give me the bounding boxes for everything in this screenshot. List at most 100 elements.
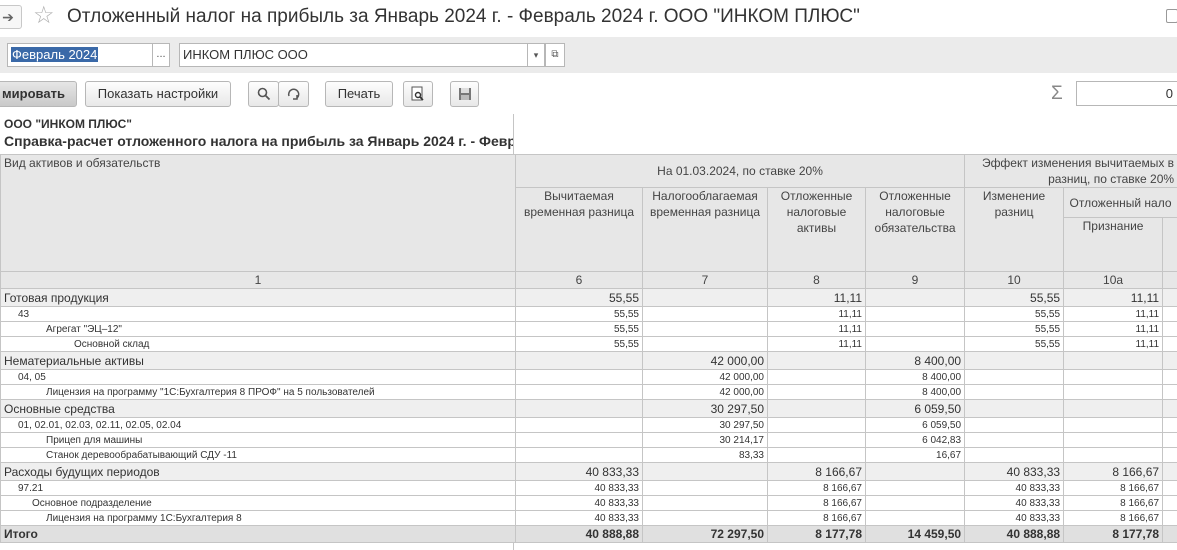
value-cell: 40 833,33 bbox=[964, 510, 1065, 526]
row-label: 01, 02.01, 02.03, 02.11, 02.05, 02.04 bbox=[0, 417, 516, 433]
value-cell bbox=[515, 384, 643, 400]
toolbar: мировать Показать настройки Печать Σ 0 bbox=[0, 73, 1177, 114]
column-number: 7 bbox=[642, 271, 768, 289]
total-row[interactable]: Итого 40 888,88 72 297,50 8 177,78 14 459,50… bbox=[0, 525, 1177, 543]
table-row[interactable]: Основные средства 30 297,50 6 059,50 bbox=[0, 399, 1177, 418]
report-body: Готовая продукция 55,55 11,11 55,55 11,11 43 5… bbox=[0, 288, 1177, 543]
table-row[interactable]: Основной склад 55,55 11,11 55,55 11,11 bbox=[0, 336, 1177, 352]
table-row[interactable]: 04, 05 42 000,00 8 400,00 bbox=[0, 369, 1177, 385]
value-cell: 40 833,33 bbox=[515, 495, 643, 511]
search-icon[interactable] bbox=[248, 81, 279, 107]
value-cell bbox=[1063, 369, 1164, 385]
period-field[interactable]: Февраль 2024 bbox=[7, 43, 153, 67]
organization-open-icon[interactable]: ⧉ bbox=[545, 43, 565, 67]
value-cell: 11,11 bbox=[767, 288, 866, 307]
value-cell: 11,11 bbox=[1063, 321, 1164, 337]
value-cell bbox=[1162, 369, 1177, 385]
table-row[interactable]: Расходы будущих периодов 40 833,33 8 166,6… bbox=[0, 462, 1177, 481]
table-row[interactable]: Станок деревообрабатывающий СДУ -11 83,33… bbox=[0, 447, 1177, 463]
search-next-icon[interactable] bbox=[278, 81, 309, 107]
table-row[interactable]: Нематериальные активы 42 000,00 8 400,00 bbox=[0, 351, 1177, 370]
value-cell bbox=[864, 510, 966, 526]
title-bar: ➔ ☆ Отложенный налог на прибыль за Январ… bbox=[0, 0, 1177, 36]
back-arrow-icon[interactable]: ➔ bbox=[0, 5, 22, 29]
value-cell bbox=[642, 321, 768, 337]
table-row[interactable]: Лицензия на программу 1С:Бухгалтерия 8 40… bbox=[0, 510, 1177, 526]
value-cell bbox=[1063, 384, 1164, 400]
value-cell bbox=[642, 462, 768, 481]
value-cell bbox=[767, 432, 866, 448]
value-cell bbox=[1162, 495, 1177, 511]
table-row[interactable]: Основное подразделение 40 833,33 8 166,67 4… bbox=[0, 495, 1177, 511]
value-cell bbox=[515, 417, 643, 433]
save-icon[interactable] bbox=[450, 81, 479, 107]
value-cell: 55,55 bbox=[515, 306, 643, 322]
value-cell: 11,11 bbox=[1063, 306, 1164, 322]
value-cell: 14 459,50 bbox=[864, 525, 966, 543]
column-number: 8 bbox=[767, 271, 866, 289]
table-row[interactable]: 97.21 40 833,33 8 166,67 40 833,33 8 166,67 bbox=[0, 480, 1177, 496]
window-menu-icon[interactable] bbox=[1166, 9, 1177, 23]
organization-field[interactable]: ИНКОМ ПЛЮС ООО bbox=[179, 43, 528, 67]
value-cell bbox=[515, 447, 643, 463]
table-row[interactable]: Прицеп для машины 30 214,17 6 042,83 bbox=[0, 432, 1177, 448]
value-cell: 55,55 bbox=[515, 336, 643, 352]
period-select-button[interactable]: ... bbox=[152, 43, 170, 67]
value-cell: 30 297,50 bbox=[642, 417, 768, 433]
value-cell bbox=[964, 384, 1065, 400]
report-table: Вид активов и обязательств На 01.03.2024… bbox=[0, 154, 1177, 543]
organization-dropdown-icon[interactable]: ▾ bbox=[527, 43, 545, 67]
header-dta-sub: Отложенный нало bbox=[1063, 187, 1177, 218]
column-number: 9 bbox=[864, 271, 966, 289]
value-cell: 11,11 bbox=[767, 321, 866, 337]
value-cell: 40 888,88 bbox=[964, 525, 1065, 543]
value-cell: 55,55 bbox=[515, 288, 643, 307]
value-cell: 8 177,78 bbox=[767, 525, 866, 543]
print-button[interactable]: Печать bbox=[325, 81, 393, 107]
table-row[interactable]: 01, 02.01, 02.03, 02.11, 02.05, 02.04 30 … bbox=[0, 417, 1177, 433]
value-cell bbox=[642, 510, 768, 526]
value-cell: 8 166,67 bbox=[767, 510, 866, 526]
row-label: Станок деревообрабатывающий СДУ -11 bbox=[0, 447, 516, 463]
value-cell: 8 400,00 bbox=[864, 351, 966, 370]
header-change: Изменение разниц bbox=[964, 187, 1065, 272]
value-cell: 55,55 bbox=[964, 288, 1065, 307]
value-cell bbox=[1162, 525, 1177, 543]
value-cell bbox=[767, 384, 866, 400]
value-cell bbox=[1063, 447, 1164, 463]
header-dtl: Отложенные налоговые обязательства bbox=[864, 187, 966, 272]
value-cell: 8 166,67 bbox=[1063, 462, 1164, 481]
value-cell: 6 059,50 bbox=[864, 417, 966, 433]
favorite-star-icon[interactable]: ☆ bbox=[33, 3, 55, 29]
table-row[interactable]: Готовая продукция 55,55 11,11 55,55 11,11 bbox=[0, 288, 1177, 307]
value-cell: 72 297,50 bbox=[642, 525, 768, 543]
row-label: 43 bbox=[0, 306, 516, 322]
value-cell bbox=[964, 432, 1065, 448]
value-cell bbox=[1162, 306, 1177, 322]
value-cell bbox=[1063, 432, 1164, 448]
value-cell: 8 166,67 bbox=[767, 480, 866, 496]
value-cell bbox=[864, 495, 966, 511]
row-label: Готовая продукция bbox=[0, 288, 516, 307]
row-label: Нематериальные активы bbox=[0, 351, 516, 370]
header-taxable: Налогооблагаемая временная разница bbox=[642, 187, 768, 272]
value-cell bbox=[1162, 510, 1177, 526]
generate-button[interactable]: мировать bbox=[0, 81, 77, 107]
show-settings-button[interactable]: Показать настройки bbox=[85, 81, 231, 107]
value-cell: 16,67 bbox=[864, 447, 966, 463]
value-cell: 11,11 bbox=[767, 306, 866, 322]
value-cell bbox=[964, 447, 1065, 463]
header-group-balance: На 01.03.2024, по ставке 20% bbox=[514, 154, 966, 188]
report-area[interactable]: ООО "ИНКОМ ПЛЮС" Справка-расчет отложенн… bbox=[0, 114, 1177, 550]
value-cell bbox=[864, 480, 966, 496]
table-row[interactable]: Агрегат "ЭЦ–12" 55,55 11,11 55,55 11,11 bbox=[0, 321, 1177, 337]
table-row[interactable]: Лицензия на программу "1С:Бухгалтерия 8 … bbox=[0, 384, 1177, 400]
header-dta: Отложенные налоговые активы bbox=[767, 187, 866, 272]
table-row[interactable]: 43 55,55 11,11 55,55 11,11 bbox=[0, 306, 1177, 322]
value-cell: 40 833,33 bbox=[964, 462, 1065, 481]
value-cell: 8 177,78 bbox=[1063, 525, 1164, 543]
row-label: Основные средства bbox=[0, 399, 516, 418]
value-cell bbox=[767, 447, 866, 463]
print-preview-icon[interactable] bbox=[403, 81, 433, 107]
row-label: Лицензия на программу 1С:Бухгалтерия 8 bbox=[0, 510, 516, 526]
